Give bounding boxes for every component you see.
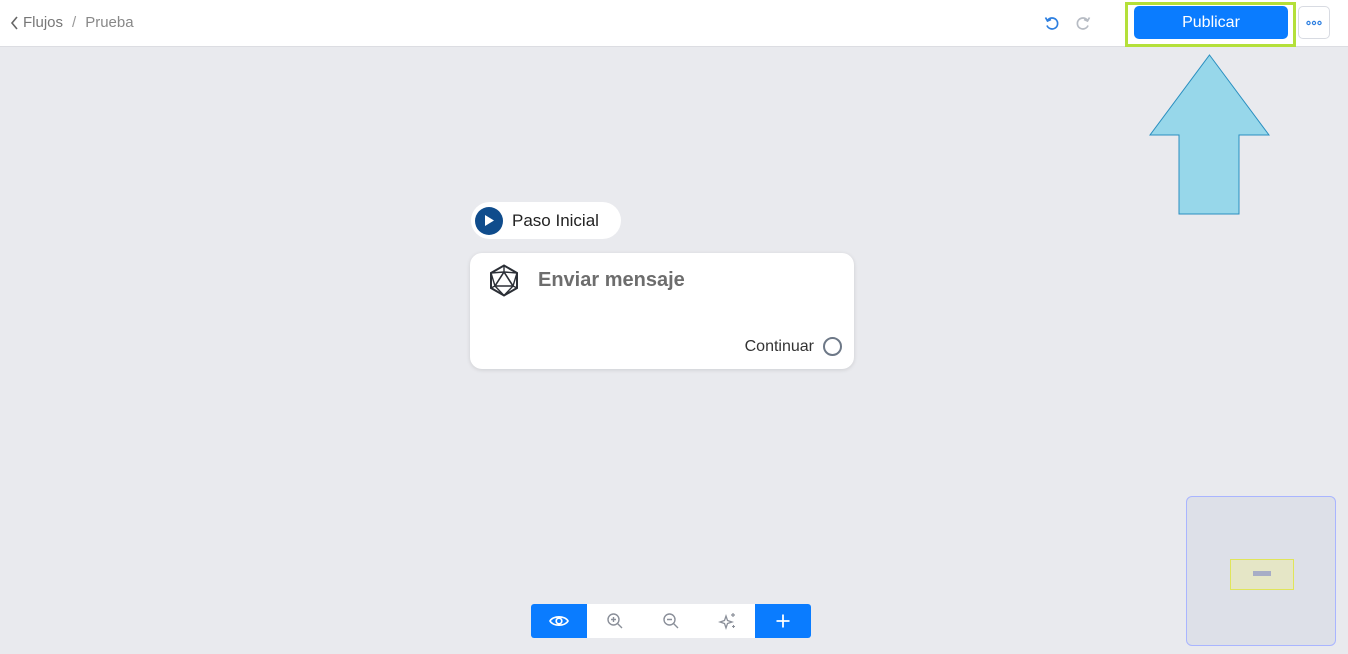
send-message-node[interactable]: Enviar mensaje Continuar (470, 253, 854, 369)
breadcrumb-flujos[interactable]: Flujos (23, 14, 63, 31)
more-horizontal-icon (1306, 20, 1322, 25)
zoom-in-button[interactable] (587, 604, 643, 638)
up-arrow-annotation (1149, 54, 1270, 215)
more-options-button[interactable] (1298, 6, 1330, 39)
back-link[interactable]: Flujos (10, 14, 63, 31)
publish-button[interactable]: Publicar (1134, 6, 1288, 39)
output-port[interactable] (823, 337, 842, 356)
undo-button[interactable] (1041, 12, 1063, 34)
minimap-node (1253, 571, 1271, 576)
auto-layout-button[interactable] (699, 604, 755, 638)
chevron-left-icon (10, 15, 18, 30)
zoom-in-icon (607, 613, 623, 629)
play-icon (475, 206, 503, 235)
preview-button[interactable] (531, 604, 587, 638)
icosahedron-icon (490, 264, 518, 297)
minimap[interactable] (1186, 496, 1336, 646)
redo-icon (1076, 17, 1091, 30)
start-step-label: Paso Inicial (512, 210, 599, 230)
redo-button[interactable] (1072, 12, 1094, 34)
start-step-pill[interactable]: Paso Inicial (471, 202, 621, 239)
add-node-button[interactable] (755, 604, 811, 638)
canvas-toolbar (531, 604, 811, 638)
sparkles-icon (717, 612, 735, 630)
eye-icon (549, 616, 569, 626)
breadcrumb-separator: / (72, 14, 77, 31)
undo-icon (1044, 17, 1059, 30)
node-output: Continuar (745, 337, 842, 356)
breadcrumb: Flujos / Prueba (10, 14, 134, 31)
plus-icon (776, 614, 790, 628)
zoom-out-button[interactable] (643, 604, 699, 638)
output-label: Continuar (744, 337, 814, 355)
node-title: Enviar mensaje (538, 269, 685, 291)
zoom-out-icon (663, 613, 679, 629)
breadcrumb-current: Prueba (85, 14, 134, 31)
minimap-viewport[interactable] (1230, 559, 1294, 590)
